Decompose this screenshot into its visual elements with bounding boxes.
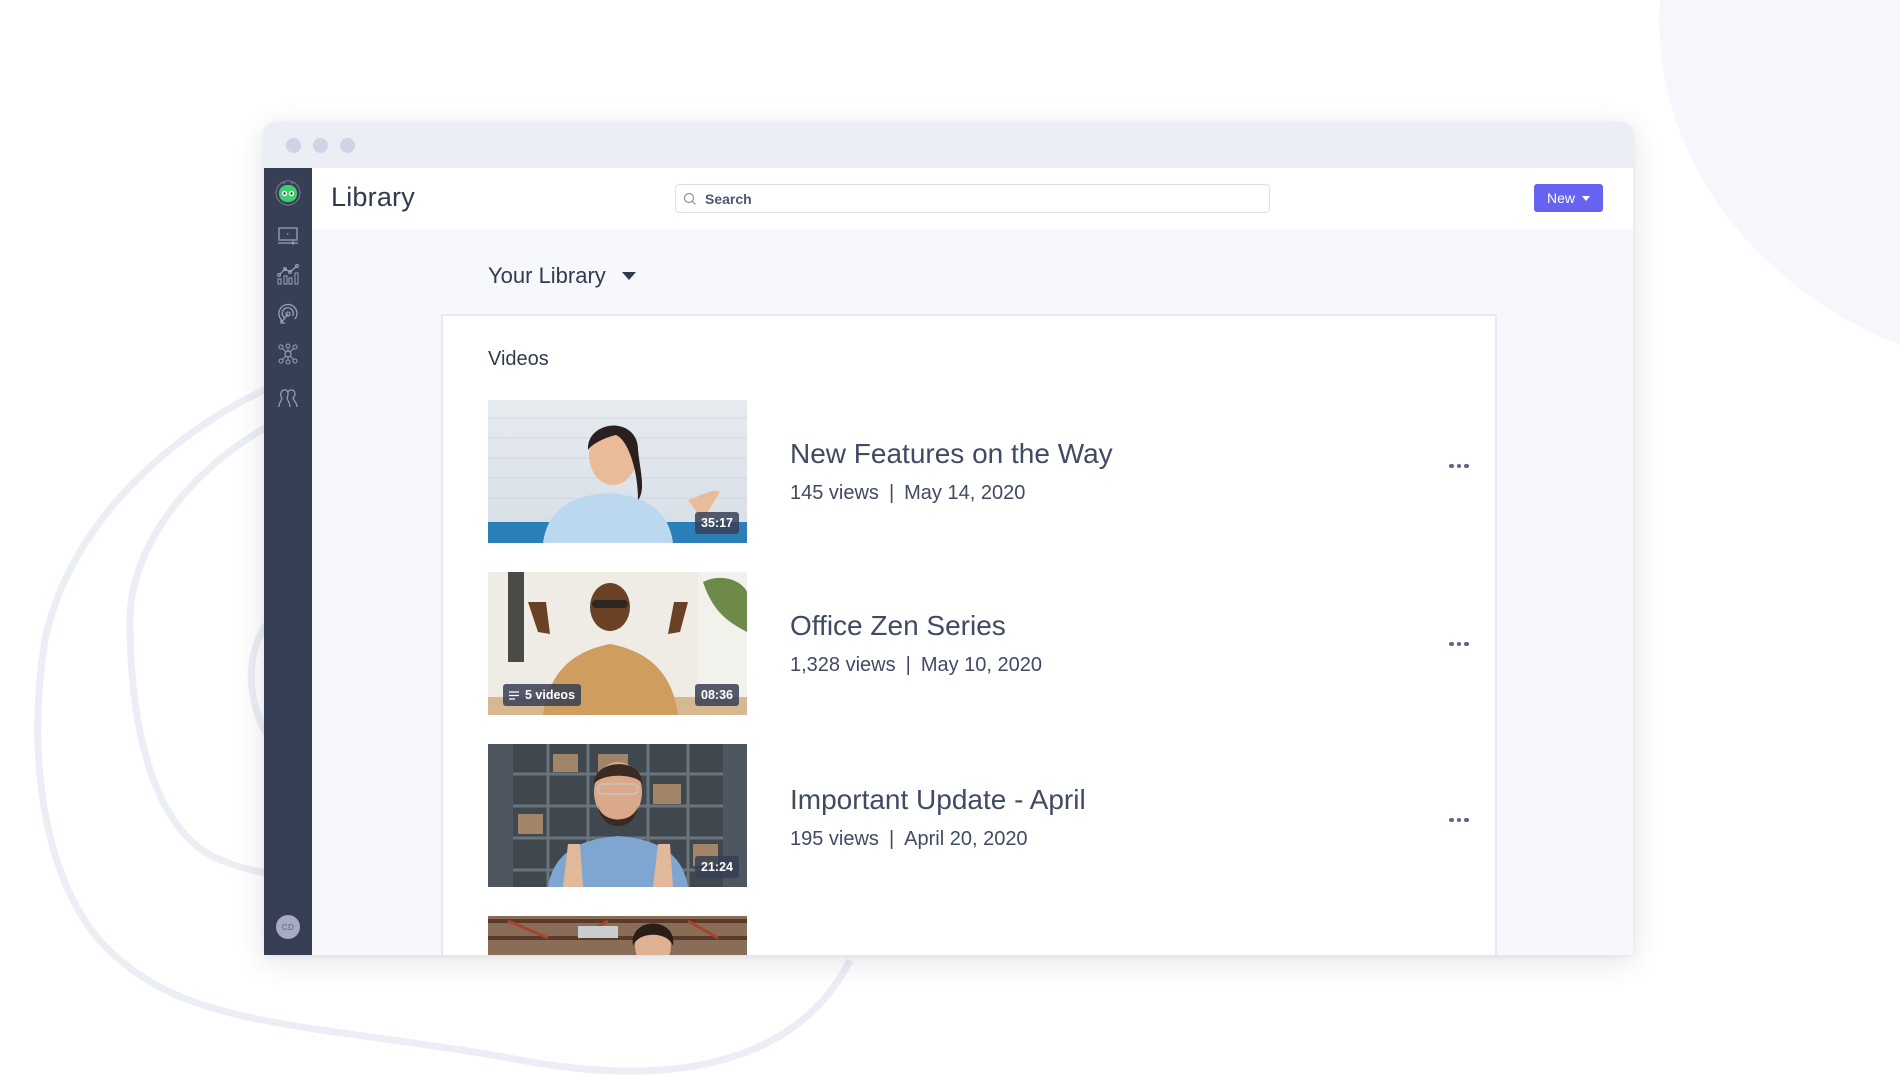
videos-card: Videos 35:17 New Features on the Way 145… [441, 314, 1497, 955]
video-meta: 195 views | April 20, 2020 [790, 828, 1028, 851]
more-options-icon[interactable] [1446, 458, 1472, 474]
video-date: April 20, 2020 [904, 828, 1028, 850]
meta-separator: | [905, 654, 911, 676]
library-selector-dropdown[interactable]: Your Library [488, 263, 636, 289]
section-heading: Videos [488, 348, 549, 370]
video-list-item: 21:24 Important Update - April 195 views… [488, 744, 1488, 887]
video-thumbnail[interactable]: 21:24 [488, 744, 747, 887]
new-button[interactable]: New [1534, 184, 1603, 212]
video-thumbnail[interactable]: 5 videos 08:36 [488, 572, 747, 715]
duration-badge: 21:24 [695, 856, 739, 878]
users-icon[interactable] [264, 382, 312, 414]
video-thumbnail[interactable] [488, 916, 747, 955]
duration-badge: 08:36 [695, 684, 739, 706]
view-count: 1,328 views [790, 654, 896, 676]
search-input[interactable] [705, 190, 1245, 207]
network-icon[interactable] [264, 338, 312, 370]
video-date: May 14, 2020 [904, 482, 1026, 504]
view-count: 145 views [790, 482, 879, 504]
chevron-down-icon [1582, 195, 1590, 201]
video-list-item: 5 videos 08:36 Office Zen Series 1,328 v… [488, 572, 1488, 715]
user-avatar[interactable]: CD [276, 915, 300, 939]
window-maximize-button[interactable] [340, 138, 355, 153]
new-button-label: New [1546, 190, 1575, 206]
video-meta: 145 views | May 14, 2020 [790, 482, 1025, 505]
video-title[interactable]: Important Update - April [790, 784, 1086, 816]
top-header: Library New [312, 168, 1633, 229]
video-date: May 10, 2020 [920, 654, 1043, 676]
more-options-icon[interactable] [1446, 636, 1472, 652]
page-title: Library [331, 182, 415, 212]
search-box[interactable] [675, 184, 1270, 213]
search-icon [683, 192, 697, 206]
meta-separator: | [888, 482, 895, 504]
app-window: CD Library New Your Library Videos [264, 122, 1633, 955]
title-bar [264, 122, 1633, 168]
robot-logo-icon[interactable] [264, 176, 312, 210]
library-selector-label: Your Library [488, 263, 606, 288]
view-count: 195 views [790, 828, 879, 850]
video-title[interactable]: New Features on the Way [790, 438, 1113, 470]
video-screen-icon[interactable] [264, 220, 312, 252]
playlist-count-badge: 5 videos [503, 684, 582, 706]
video-list-item: 35:17 New Features on the Way 145 views |… [488, 400, 1488, 543]
video-title[interactable]: Office Zen Series [790, 610, 1006, 642]
window-close-button[interactable] [286, 138, 301, 153]
target-icon[interactable] [264, 298, 312, 330]
playlist-icon [509, 690, 519, 700]
window-minimize-button[interactable] [313, 138, 328, 153]
bar-chart-icon[interactable] [264, 258, 312, 290]
duration-badge: 35:17 [695, 512, 739, 534]
more-options-icon[interactable] [1446, 812, 1472, 828]
video-meta: 1,328 views | May 10, 2020 [790, 654, 1042, 677]
chevron-down-icon [621, 272, 636, 280]
playlist-count-label: 5 videos [525, 688, 576, 702]
video-thumbnail[interactable]: 35:17 [488, 400, 747, 543]
meta-separator: | [888, 828, 895, 850]
sidebar: CD [264, 168, 312, 955]
video-list-item [488, 916, 1488, 955]
